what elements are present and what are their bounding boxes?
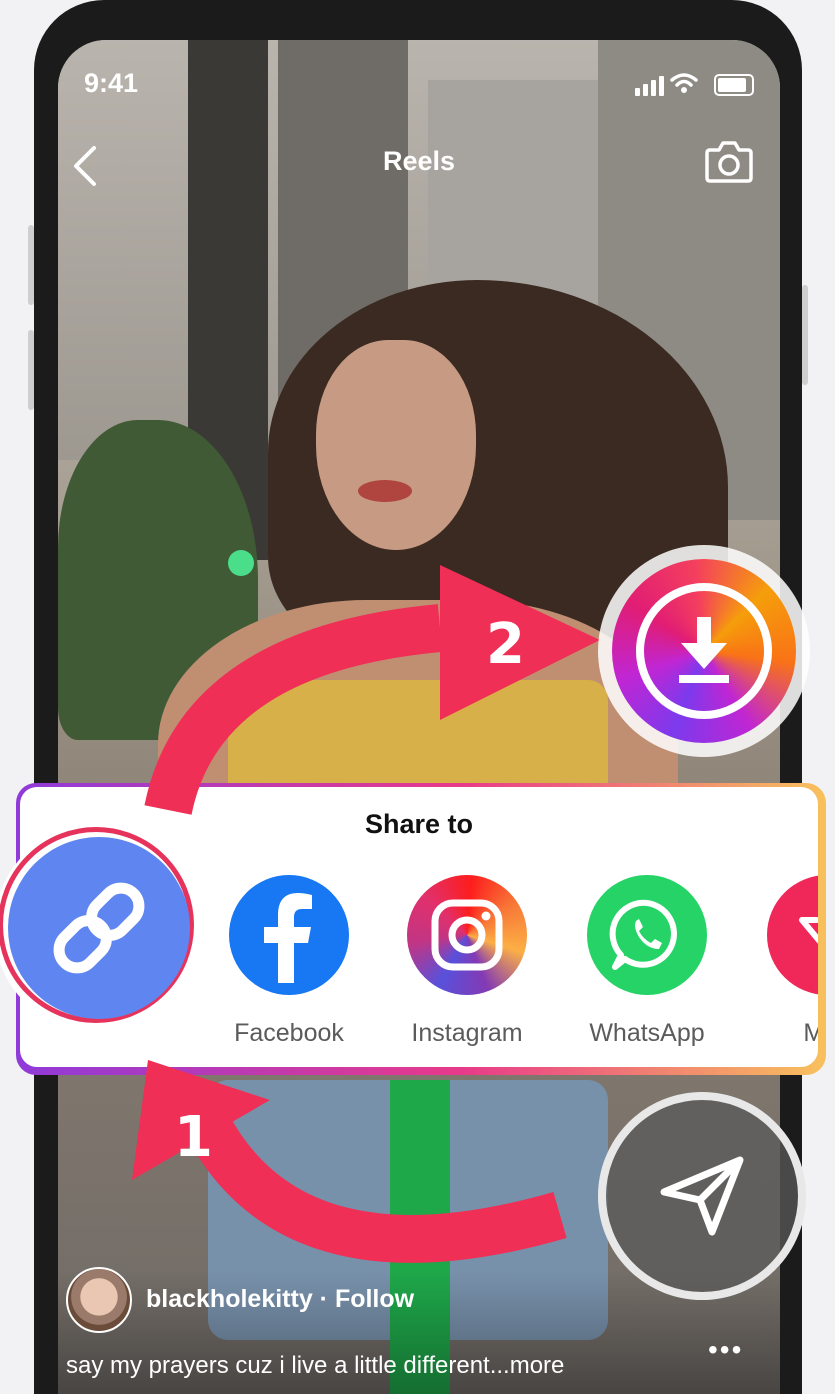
step-number-1: 1 [174,1105,213,1170]
username-follow[interactable]: blackholekitty · Follow [146,1285,414,1314]
post-caption[interactable]: say my prayers cuz i live a little diffe… [66,1352,564,1380]
curved-arrow-2 [144,604,443,816]
copy-link-button[interactable] [0,823,204,1033]
step-number-2: 2 [486,612,525,677]
link-icon [8,837,190,1019]
download-icon [636,583,772,719]
paper-plane-icon [660,1156,744,1236]
avatar[interactable] [66,1267,132,1333]
send-button[interactable] [598,1092,806,1300]
more-options-icon[interactable]: ••• [708,1334,743,1366]
curved-arrow-1 [189,1117,567,1263]
download-button[interactable] [598,545,810,757]
